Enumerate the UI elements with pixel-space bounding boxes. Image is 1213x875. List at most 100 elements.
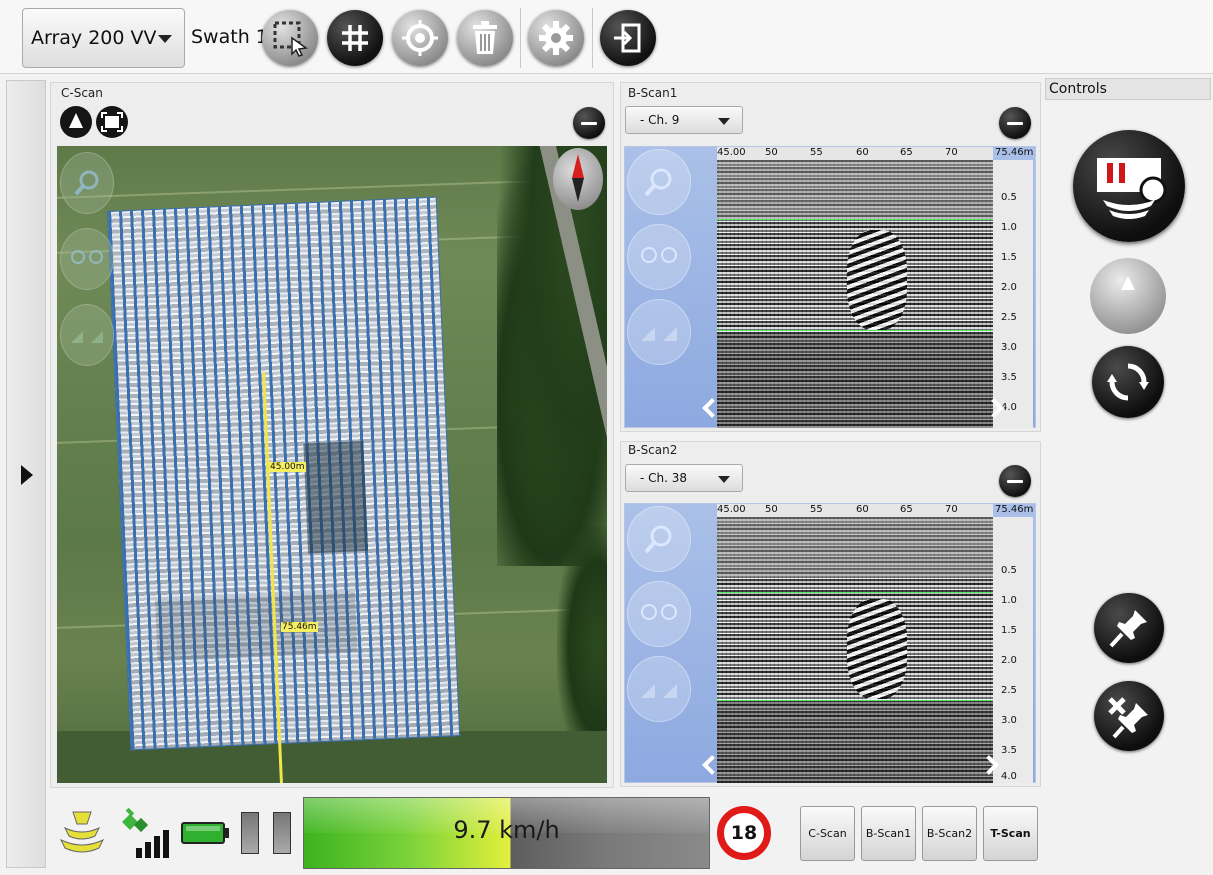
settings-button[interactable] xyxy=(528,10,584,66)
y-tick: 3.5 xyxy=(1001,372,1017,383)
y-tick: 0.5 xyxy=(1001,192,1017,203)
channel-value: - Ch. 9 xyxy=(640,113,680,127)
view-bscan2-button[interactable]: B-Scan2 xyxy=(922,806,977,861)
bscan1-channel-select[interactable]: - Ch. 9 xyxy=(625,106,743,134)
fit-view-icon xyxy=(101,112,123,132)
target-button[interactable] xyxy=(392,10,448,66)
device-battery-cell xyxy=(241,812,259,854)
fit-view-button[interactable] xyxy=(96,106,128,138)
x-tick: 45.00 xyxy=(717,504,746,515)
x-tick: 75.46m xyxy=(995,504,1034,515)
y-tick: 3.0 xyxy=(1001,342,1017,353)
bscan1-view[interactable]: 45.00 50 55 60 65 70 75.46m 0.5 1.0 1.5 … xyxy=(624,146,1036,428)
x-tick: 70 xyxy=(945,147,958,158)
depth-marker-line xyxy=(717,219,993,220)
refresh-button[interactable] xyxy=(1092,346,1164,418)
battery-icon xyxy=(180,817,230,851)
zoom-icon xyxy=(74,170,99,196)
select-area-button[interactable] xyxy=(262,10,318,66)
bscan1-measure-button[interactable] xyxy=(627,299,691,365)
toolbar-separator xyxy=(520,8,521,68)
radar-band xyxy=(717,332,993,428)
trash-icon xyxy=(473,21,497,54)
y-tick: 1.5 xyxy=(1001,252,1017,263)
compass-south-icon xyxy=(572,178,584,202)
delete-button[interactable] xyxy=(457,10,513,66)
bscan2-measure-button[interactable] xyxy=(627,656,691,722)
grid-button[interactable] xyxy=(327,10,383,66)
bscan2-zoom-in-out-button[interactable] xyxy=(627,581,691,647)
cscan-title: C-Scan xyxy=(61,86,103,100)
bscan2-minimize-button[interactable] xyxy=(999,465,1031,497)
heading-button[interactable] xyxy=(1090,258,1166,334)
anomaly-region xyxy=(155,591,358,661)
x-tick: 45.00 xyxy=(717,147,746,158)
y-tick: 2.5 xyxy=(1001,312,1017,323)
depth-marker-line xyxy=(717,330,993,331)
gear-icon xyxy=(539,21,573,55)
remove-marker-button[interactable] xyxy=(1094,681,1164,751)
compass xyxy=(553,148,603,210)
gps-signal-icon xyxy=(116,807,170,864)
map-zoom-in-out-button[interactable] xyxy=(60,228,114,290)
array-select-value: Array 200 VV xyxy=(31,27,157,49)
x-tick: 75.46m xyxy=(995,147,1034,158)
toolbar: Array 200 VV Swath 1 xyxy=(0,0,1213,74)
radar-hyperbola xyxy=(847,599,907,699)
grid-icon xyxy=(342,25,368,51)
cscan-map[interactable]: 45.00m 75.46m xyxy=(57,146,607,783)
survey-coverage xyxy=(107,196,461,751)
bscan2-view[interactable]: 45.00 50 55 60 65 70 75.46m 0.5 1.0 1.5 … xyxy=(624,503,1036,783)
refresh-icon xyxy=(1107,363,1149,401)
x-tick: 70 xyxy=(945,504,958,515)
chevron-down-icon xyxy=(718,476,730,483)
anomaly-region xyxy=(303,441,369,554)
map-measure-button[interactable] xyxy=(60,304,114,366)
measure-icon xyxy=(641,684,677,698)
bscan1-y-axis: 0.5 1.0 1.5 2.0 2.5 3.0 3.5 4.0 xyxy=(993,160,1033,428)
speed-gauge: 9.7 km/h xyxy=(303,797,710,869)
view-tscan-button[interactable]: T-Scan xyxy=(983,806,1038,861)
bscan1-zoom-button[interactable] xyxy=(627,149,691,215)
speed-readout: 9.7 km/h xyxy=(453,816,560,844)
view-bscan1-button[interactable]: B-Scan1 xyxy=(861,806,916,861)
view-cscan-button[interactable]: C-Scan xyxy=(800,806,855,861)
bscan2-zoom-button[interactable] xyxy=(627,506,691,572)
x-tick: 65 xyxy=(900,147,913,158)
y-tick: 1.5 xyxy=(1001,625,1017,636)
pushpin-icon xyxy=(1109,610,1147,648)
view-bscan2-label: B-Scan2 xyxy=(926,827,973,840)
x-tick: 60 xyxy=(856,504,869,515)
zoom-in-out-icon xyxy=(641,247,677,263)
speed-limit-sign: 18 xyxy=(717,806,771,860)
exit-button[interactable] xyxy=(600,10,656,66)
bscan1-zoom-in-out-button[interactable] xyxy=(627,224,691,290)
north-up-button[interactable] xyxy=(60,106,92,138)
bscan2-title: B-Scan2 xyxy=(628,443,678,457)
x-tick: 55 xyxy=(810,504,823,515)
x-tick: 65 xyxy=(900,504,913,515)
bscan1-minimize-button[interactable] xyxy=(999,107,1031,139)
compass-north-icon xyxy=(572,154,584,178)
y-tick: 3.5 xyxy=(1001,745,1017,756)
y-tick: 2.0 xyxy=(1001,282,1017,293)
depth-marker-line xyxy=(717,700,993,701)
toolbar-separator xyxy=(592,8,593,68)
remove-pin-icon xyxy=(1108,697,1148,739)
bscan2-channel-select[interactable]: - Ch. 38 xyxy=(625,464,743,492)
side-panel-toggle[interactable] xyxy=(6,80,46,868)
device-battery-cell xyxy=(273,812,291,854)
array-select[interactable]: Array 200 VV xyxy=(22,8,185,68)
map-label-start: 45.00m xyxy=(269,462,306,472)
map-zoom-button[interactable] xyxy=(60,152,114,214)
depth-marker-line xyxy=(717,592,993,593)
bscan1-title: B-Scan1 xyxy=(628,86,678,100)
bscan2-x-axis: 45.00 50 55 60 65 70 75.46m xyxy=(717,504,1033,517)
cscan-minimize-button[interactable] xyxy=(573,107,605,139)
start-scan-button[interactable] xyxy=(1073,130,1185,242)
y-tick: 3.0 xyxy=(1001,715,1017,726)
bscan2-radargram xyxy=(717,517,993,783)
view-cscan-label: C-Scan xyxy=(808,827,847,840)
add-marker-button[interactable] xyxy=(1094,593,1164,663)
bscan1-radargram xyxy=(717,160,993,428)
